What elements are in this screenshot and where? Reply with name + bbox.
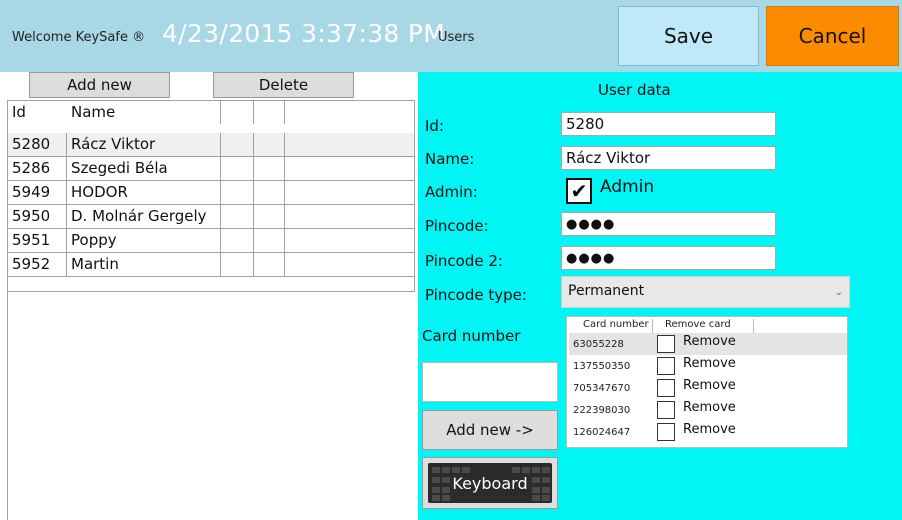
pincode-type-value: Permanent: [568, 283, 645, 299]
remove-label[interactable]: Remove: [683, 400, 736, 415]
keyboard-icon: Keyboard: [428, 463, 552, 503]
table-row[interactable]: 5280 Rácz Viktor: [8, 133, 414, 157]
checkmark-icon: ✔: [570, 179, 588, 203]
card-number-cell: 137550350: [573, 361, 631, 372]
remove-card-checkbox[interactable]: [657, 357, 675, 375]
id-field[interactable]: 5280: [561, 112, 776, 136]
remove-card-checkbox[interactable]: [657, 335, 675, 353]
pincode2-field[interactable]: ●●●●: [561, 246, 776, 270]
column-header-card-number[interactable]: Card number: [583, 319, 649, 330]
column-divider: [753, 319, 754, 333]
add-user-button[interactable]: Add new: [29, 72, 170, 98]
admin-checkbox[interactable]: ✔: [566, 178, 592, 204]
admin-label: Admin:: [425, 183, 478, 201]
card-row[interactable]: 222398030 Remove: [569, 399, 847, 421]
keyboard-button-label: Keyboard: [452, 473, 528, 493]
cell-name: D. Molnár Gergely: [71, 207, 207, 225]
remove-label[interactable]: Remove: [683, 356, 736, 371]
card-number-input[interactable]: [422, 362, 558, 402]
pincode-label: Pincode:: [425, 217, 489, 235]
pincode2-label: Pincode 2:: [425, 252, 503, 270]
cell-name: HODOR: [71, 183, 128, 201]
card-number-cell: 126024647: [573, 427, 631, 438]
remove-card-checkbox[interactable]: [657, 379, 675, 397]
cell-name: Rácz Viktor: [71, 135, 156, 153]
cell-id: 5950: [12, 207, 51, 225]
id-label: Id:: [425, 117, 444, 135]
card-table: Card number Remove card 63055228 Remove …: [566, 316, 848, 448]
user-table-header: Id Name: [8, 101, 414, 124]
remove-label[interactable]: Remove: [683, 422, 736, 437]
cell-name: Szegedi Béla: [71, 159, 168, 177]
delete-user-button[interactable]: Delete: [213, 72, 354, 98]
card-row[interactable]: 705347670 Remove: [569, 377, 847, 399]
column-divider: [652, 319, 653, 333]
cell-id: 5949: [12, 183, 51, 201]
table-row[interactable]: 5286 Szegedi Béla: [8, 157, 414, 181]
section-title: Users: [438, 30, 475, 45]
chevron-down-icon: ⌄: [834, 287, 843, 298]
card-number-cell: 63055228: [573, 339, 624, 350]
keyboard-button[interactable]: Keyboard: [422, 457, 558, 509]
cell-id: 5951: [12, 231, 51, 249]
cell-id: 5286: [12, 159, 51, 177]
cell-name: Poppy: [71, 231, 117, 249]
name-label: Name:: [425, 150, 475, 168]
table-row[interactable]: 5949 HODOR: [8, 181, 414, 205]
card-row[interactable]: 126024647 Remove: [569, 421, 847, 443]
user-table: Id Name 5280 Rácz Viktor 5286 Szegedi Bé…: [7, 100, 415, 292]
pincode-type-select[interactable]: Permanent ⌄: [561, 276, 850, 308]
cell-name: Martin: [71, 255, 119, 273]
cell-id: 5952: [12, 255, 51, 273]
cancel-button[interactable]: Cancel: [766, 6, 899, 66]
remove-card-checkbox[interactable]: [657, 423, 675, 441]
column-header-remove-card[interactable]: Remove card: [665, 319, 731, 330]
datetime-display: 4/23/2015 3:37:38 PM: [162, 19, 446, 48]
remove-label[interactable]: Remove: [683, 378, 736, 393]
card-number-cell: 705347670: [573, 383, 631, 394]
card-row[interactable]: 63055228 Remove: [569, 333, 847, 355]
pincode-type-label: Pincode type:: [425, 286, 527, 304]
name-field[interactable]: Rácz Viktor: [561, 146, 776, 170]
table-row[interactable]: 5951 Poppy: [8, 229, 414, 253]
cell-id: 5280: [12, 135, 51, 153]
card-number-label: Card number: [422, 327, 521, 345]
table-row[interactable]: 5950 D. Molnár Gergely: [8, 205, 414, 229]
remove-label[interactable]: Remove: [683, 334, 736, 349]
card-number-cell: 222398030: [573, 405, 631, 416]
remove-card-checkbox[interactable]: [657, 401, 675, 419]
save-button[interactable]: Save: [618, 6, 759, 66]
card-row[interactable]: 137550350 Remove: [569, 355, 847, 377]
admin-checkbox-label[interactable]: Admin: [600, 177, 654, 197]
column-header-id[interactable]: Id: [12, 103, 26, 121]
user-data-title: User data: [598, 81, 671, 99]
welcome-text: Welcome KeySafe ®: [12, 30, 146, 45]
pincode-field[interactable]: ●●●●: [561, 212, 776, 236]
add-card-button[interactable]: Add new ->: [422, 410, 558, 450]
column-header-name[interactable]: Name: [71, 103, 115, 121]
table-row[interactable]: 5952 Martin: [8, 253, 414, 277]
